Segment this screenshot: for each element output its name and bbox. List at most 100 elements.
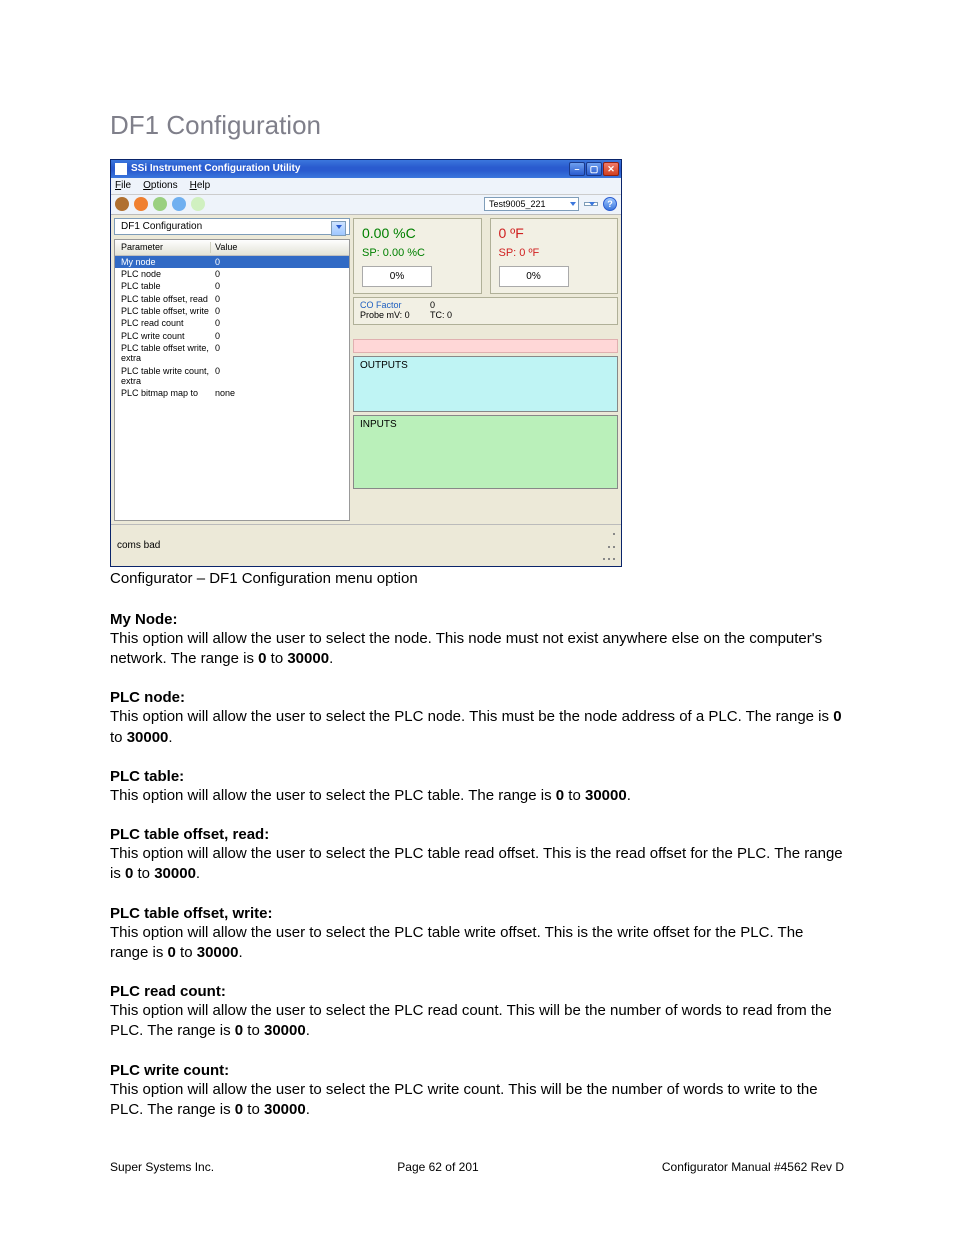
cell: 0 xyxy=(211,318,349,328)
minimize-button[interactable]: – xyxy=(569,162,585,176)
cell: PLC bitmap map to xyxy=(121,388,211,398)
co-factor-value: 0 xyxy=(430,300,611,310)
cell: PLC table write count, extra xyxy=(121,366,211,387)
table-header: Parameter Value xyxy=(115,240,349,255)
co-factor-label: CO Factor xyxy=(360,300,430,310)
probe-mv-label: Probe mV: 0 xyxy=(360,310,430,320)
section-heading: PLC write count: xyxy=(110,1062,844,1079)
section-heading: PLC read count: xyxy=(110,983,844,1000)
section-body: This option will allow the user to selec… xyxy=(110,786,844,806)
table-row[interactable]: PLC node0 xyxy=(115,268,349,280)
readout-left: 0.00 %C SP: 0.00 %C 0% xyxy=(353,218,482,294)
section-heading: My Node: xyxy=(110,611,844,628)
info-box: CO Factor Probe mV: 0 0 TC: 0 xyxy=(353,297,618,325)
cell: 0 xyxy=(211,366,349,387)
table-row[interactable]: PLC read count0 xyxy=(115,317,349,329)
cell: 0 xyxy=(211,331,349,341)
status-text: coms bad xyxy=(117,540,160,552)
readout-c-value: 0.00 %C xyxy=(362,225,473,241)
left-column: DF1 Configuration Parameter Value My nod… xyxy=(114,218,350,522)
right-column: 0.00 %C SP: 0.00 %C 0% 0 ºF SP: 0 ºF 0% … xyxy=(353,218,618,522)
cell: PLC write count xyxy=(121,331,211,341)
col-parameter[interactable]: Parameter xyxy=(121,242,211,252)
tool-icon-2[interactable] xyxy=(134,197,148,211)
section-body: This option will allow the user to selec… xyxy=(110,844,844,885)
inputs-label: INPUTS xyxy=(360,419,397,430)
footer-right: Configurator Manual #4562 Rev D xyxy=(662,1160,844,1174)
cell: PLC node xyxy=(121,269,211,279)
footer-left: Super Systems Inc. xyxy=(110,1160,214,1174)
status-bar: coms bad xyxy=(111,524,621,566)
help-icon[interactable]: ? xyxy=(603,197,617,211)
table-row[interactable]: PLC table write count, extra0 xyxy=(115,365,349,388)
tool-icon-3[interactable] xyxy=(153,197,167,211)
window-title: SSi Instrument Configuration Utility xyxy=(131,163,569,175)
section-heading: PLC table: xyxy=(110,768,844,785)
figure-caption: Configurator – DF1 Configuration menu op… xyxy=(110,570,844,587)
pink-bar xyxy=(353,339,618,353)
cell: My node xyxy=(121,257,211,267)
table-row[interactable]: PLC table offset, read0 xyxy=(115,293,349,305)
col-value[interactable]: Value xyxy=(211,242,349,252)
close-button[interactable]: ✕ xyxy=(603,162,619,176)
section-heading: PLC table offset, write: xyxy=(110,905,844,922)
doc-section: PLC write count:This option will allow t… xyxy=(110,1062,844,1121)
tool-icon-1[interactable] xyxy=(115,197,129,211)
section-body: This option will allow the user to selec… xyxy=(110,707,844,748)
cell: PLC table offset, read xyxy=(121,294,211,304)
window-buttons: – ▢ ✕ xyxy=(569,162,619,176)
menu-options[interactable]: Options xyxy=(143,180,177,192)
table-row[interactable]: PLC bitmap map tonone xyxy=(115,387,349,399)
readout-f-value: 0 ºF xyxy=(499,225,610,241)
cell: PLC table offset, write xyxy=(121,306,211,316)
section-body: This option will allow the user to selec… xyxy=(110,629,844,670)
readout-c-sp: SP: 0.00 %C xyxy=(362,247,473,260)
cell: 0 xyxy=(211,294,349,304)
doc-section: PLC table:This option will allow the use… xyxy=(110,768,844,806)
maximize-button[interactable]: ▢ xyxy=(586,162,602,176)
config-picker[interactable]: DF1 Configuration xyxy=(114,218,350,236)
section-heading: PLC table offset, read: xyxy=(110,826,844,843)
doc-section: PLC read count:This option will allow th… xyxy=(110,983,844,1042)
readout-f-pct: 0% xyxy=(499,266,569,288)
cell: PLC read count xyxy=(121,318,211,328)
section-body: This option will allow the user to selec… xyxy=(110,1001,844,1042)
titlebar: SSi Instrument Configuration Utility – ▢… xyxy=(111,160,621,178)
app-icon xyxy=(115,163,127,175)
tc-label: TC: 0 xyxy=(430,310,611,320)
cell: 0 xyxy=(211,269,349,279)
table-row[interactable]: PLC table offset write, extra0 xyxy=(115,342,349,365)
menu-file[interactable]: File xyxy=(115,180,131,192)
cell: 0 xyxy=(211,306,349,316)
readout-f-sp: SP: 0 ºF xyxy=(499,247,610,260)
table-row[interactable]: My node0 xyxy=(115,256,349,268)
resize-grip-icon[interactable] xyxy=(603,527,615,564)
inputs-panel: INPUTS xyxy=(353,415,618,489)
small-combo[interactable] xyxy=(584,202,598,206)
section-body: This option will allow the user to selec… xyxy=(110,923,844,964)
cell: PLC table xyxy=(121,281,211,291)
cell: 0 xyxy=(211,343,349,364)
client-area: DF1 Configuration Parameter Value My nod… xyxy=(111,215,621,525)
param-table: Parameter Value My node0 PLC node0 PLC t… xyxy=(114,239,350,521)
app-window: SSi Instrument Configuration Utility – ▢… xyxy=(110,159,622,567)
readout-row: 0.00 %C SP: 0.00 %C 0% 0 ºF SP: 0 ºF 0% xyxy=(353,218,618,294)
table-row[interactable]: PLC table0 xyxy=(115,280,349,292)
table-row[interactable]: PLC write count0 xyxy=(115,330,349,342)
doc-section: PLC node:This option will allow the user… xyxy=(110,689,844,748)
menu-help[interactable]: Help xyxy=(190,180,211,192)
device-combo[interactable]: Test9005_221 xyxy=(484,197,579,211)
section-heading: PLC node: xyxy=(110,689,844,706)
cell: none xyxy=(211,388,349,398)
doc-section: PLC table offset, read:This option will … xyxy=(110,826,844,885)
table-row[interactable]: PLC table offset, write0 xyxy=(115,305,349,317)
outputs-panel: OUTPUTS xyxy=(353,356,618,412)
doc-section: PLC table offset, write:This option will… xyxy=(110,905,844,964)
cell: 0 xyxy=(211,281,349,291)
readout-right: 0 ºF SP: 0 ºF 0% xyxy=(490,218,619,294)
doc-section: My Node:This option will allow the user … xyxy=(110,611,844,670)
tool-icon-4[interactable] xyxy=(172,197,186,211)
chevron-down-icon xyxy=(336,225,342,229)
cell: 0 xyxy=(211,257,349,267)
tool-icon-5[interactable] xyxy=(191,197,205,211)
